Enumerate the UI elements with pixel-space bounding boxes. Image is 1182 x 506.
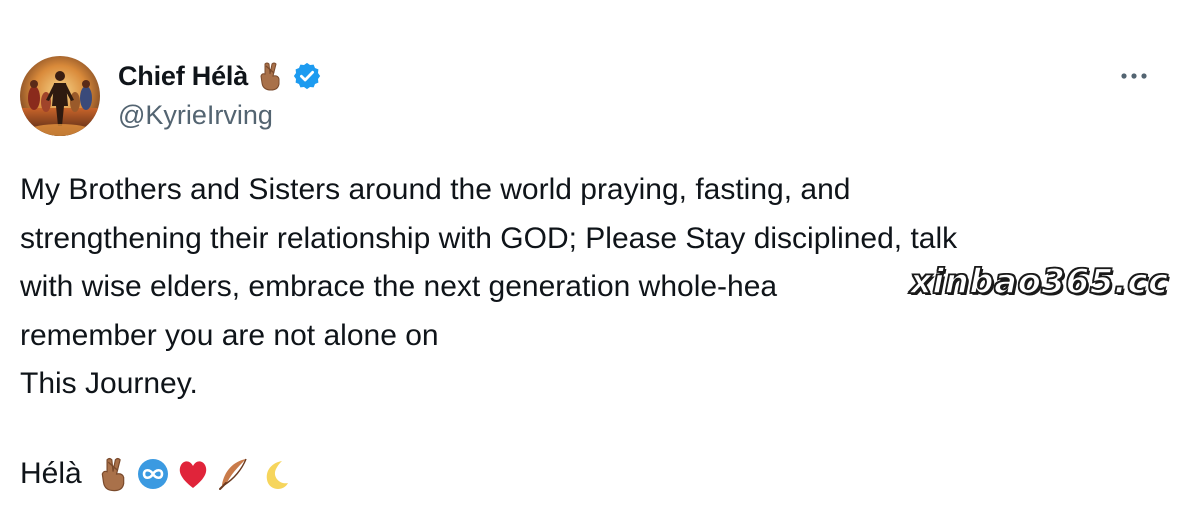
red-heart-icon [176,455,210,493]
tweet-text-line: strengthening their relationship with GO… [20,221,958,255]
tweet-text-line: My Brothers and Sisters around the world… [20,173,851,206]
crossed-fingers-icon [96,455,130,493]
author-display-name[interactable]: Chief Hélà [118,61,248,92]
avatar[interactable] [20,56,100,136]
verified-badge-icon [292,61,322,91]
signoff-name: Hélà [20,457,82,490]
infinity-icon [136,455,170,493]
author-handle[interactable]: @KyrieIrving [118,100,273,131]
watermark-text: xinbao365.cc [909,261,1169,303]
tweet-card: Chief Hélà @KyrieIrving My Brothers and … [0,0,1182,506]
feather-icon [216,455,250,493]
more-horizontal-icon [1121,73,1147,79]
author-name-row: Chief Hélà [118,58,322,94]
tweet-text-line: This Journey. [20,367,198,401]
crescent-moon-icon [256,455,290,493]
more-options-button[interactable] [1118,68,1150,84]
tweet-text-line: remember you are not alone on [20,318,439,352]
tweet-signoff: Hélà [20,450,290,498]
crossed-fingers-icon [256,60,284,92]
